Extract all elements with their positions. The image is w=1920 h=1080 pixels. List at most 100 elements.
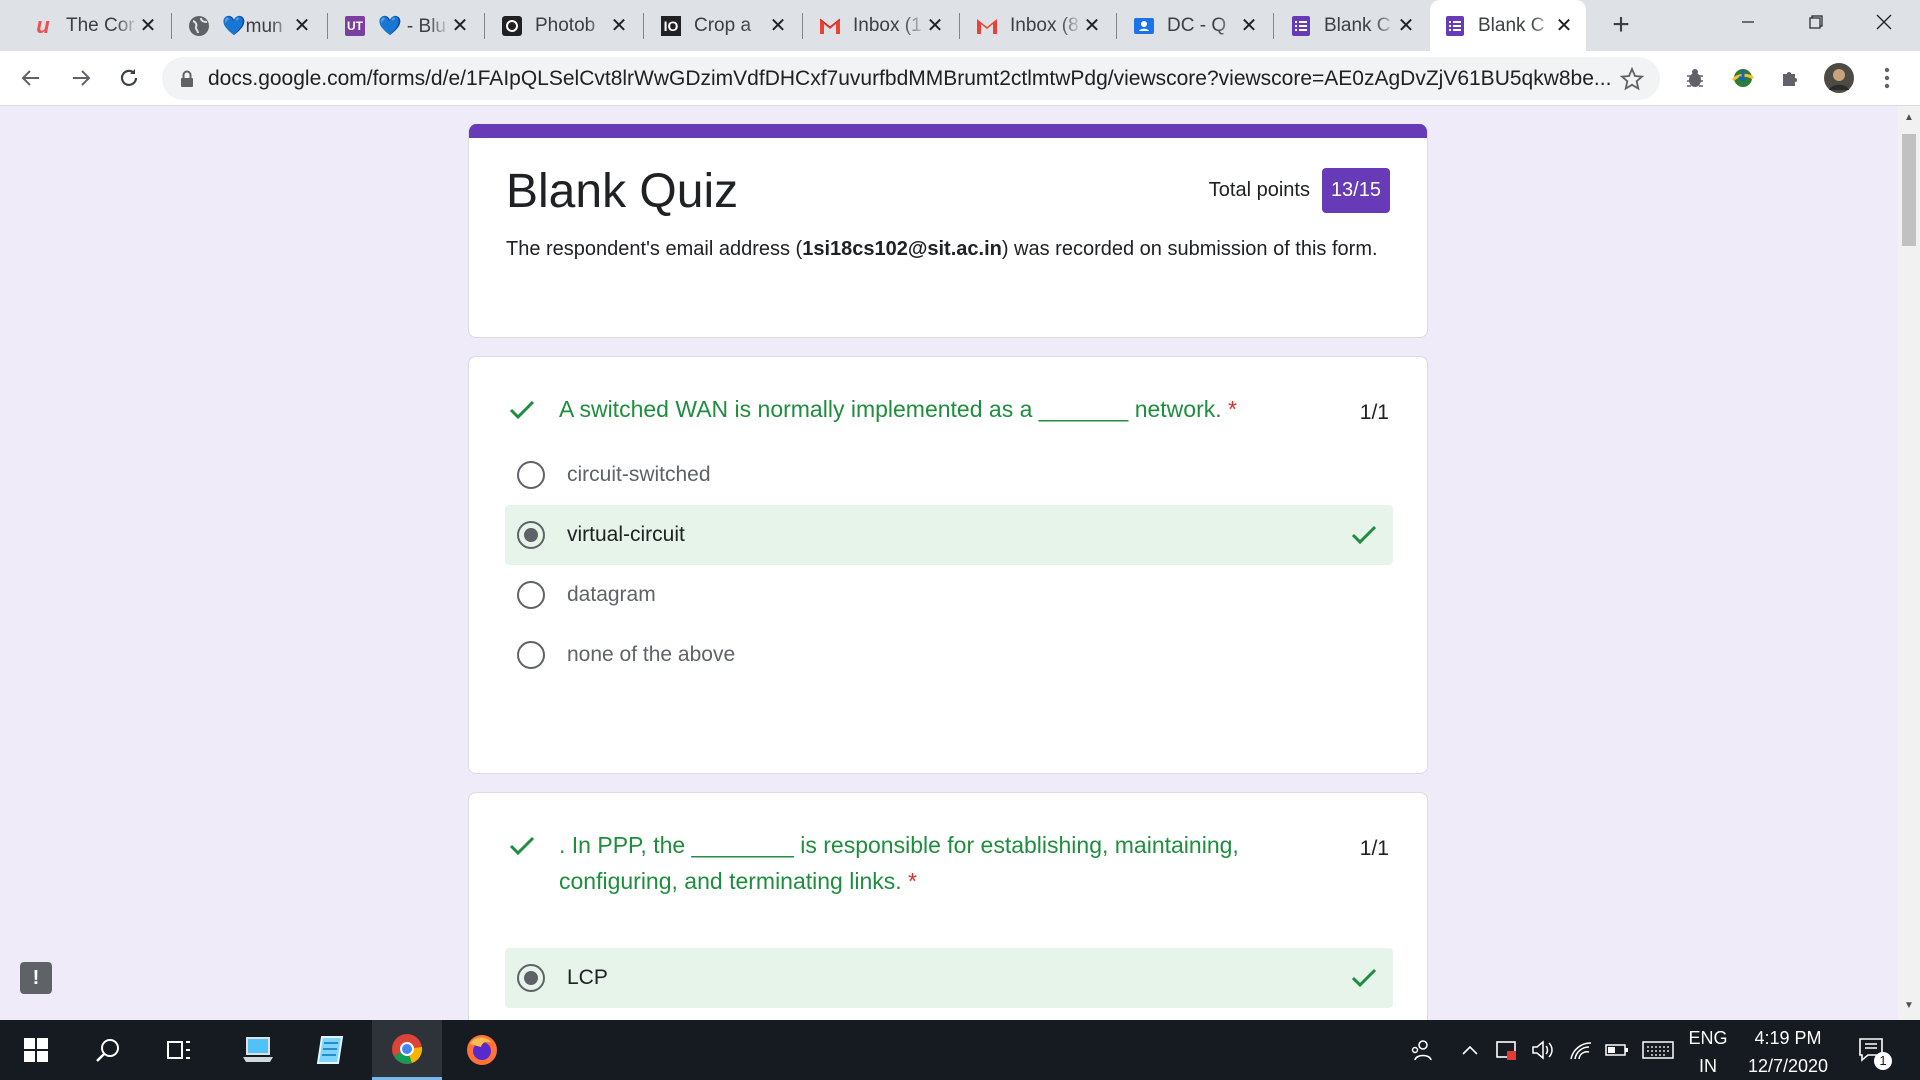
scroll-thumb[interactable] — [1902, 134, 1916, 246]
tab-title: 💙 - Blu — [378, 15, 447, 37]
camera-icon — [501, 15, 523, 37]
idm-extension-icon[interactable] — [1728, 63, 1758, 93]
option-datagram[interactable]: datagram — [505, 565, 1393, 625]
tab-separator — [1116, 13, 1117, 39]
tab-3[interactable]: UT 💙 - Blu ✕ — [330, 0, 482, 51]
tab-4[interactable]: Photob ✕ — [487, 0, 641, 51]
search-icon — [96, 1039, 119, 1062]
notification-count-badge: 1 — [1874, 1052, 1892, 1070]
reload-button[interactable] — [112, 61, 146, 95]
firefox-icon — [467, 1035, 497, 1065]
people-icon[interactable] — [1402, 1020, 1442, 1080]
tab-title: DC - Q — [1167, 14, 1227, 36]
tab-10-active[interactable]: Blank C ✕ — [1430, 0, 1586, 51]
bug-extension-icon[interactable] — [1680, 63, 1710, 93]
option-circuit-switched[interactable]: circuit-switched — [505, 445, 1393, 505]
tab-1[interactable]: u The Cor ✕ — [18, 0, 170, 51]
vertical-scrollbar[interactable]: ▲ ▼ — [1898, 106, 1920, 1020]
required-asterisk: * — [908, 868, 917, 894]
task-view-icon — [167, 1041, 190, 1059]
close-window-button[interactable] — [1854, 0, 1914, 44]
laptop-app-icon — [243, 1037, 273, 1062]
radio-unselected[interactable] — [517, 581, 545, 609]
address-bar[interactable]: docs.google.com/forms/d/e/1FAIpQLSelCvt8… — [162, 57, 1660, 100]
tab-separator — [643, 13, 644, 39]
close-icon[interactable]: ✕ — [292, 13, 312, 38]
input-language[interactable]: ENG IN — [1682, 1024, 1734, 1080]
radio-unselected[interactable] — [517, 641, 545, 669]
close-icon[interactable]: ✕ — [1554, 13, 1574, 38]
tab-title: Inbox (8 — [1010, 14, 1079, 36]
back-button[interactable] — [14, 61, 48, 95]
taskbar-app-laptop[interactable] — [226, 1020, 290, 1080]
taskbar-app-chrome[interactable] — [372, 1020, 442, 1080]
volume-icon[interactable] — [1528, 1020, 1558, 1080]
menu-kebab-icon[interactable] — [1872, 63, 1902, 93]
profile-avatar[interactable] — [1824, 63, 1854, 93]
option-lcp[interactable]: LCP — [505, 948, 1393, 1008]
correct-check-icon — [509, 836, 535, 856]
close-icon[interactable]: ✕ — [925, 13, 945, 38]
scroll-up-arrow[interactable]: ▲ — [1903, 112, 1915, 124]
close-icon[interactable]: ✕ — [609, 13, 629, 38]
show-hidden-icons-chevron-icon[interactable] — [1456, 1020, 1484, 1080]
correct-answer-check-icon — [1351, 525, 1377, 545]
close-icon[interactable]: ✕ — [768, 13, 788, 38]
total-points-label: Total points — [1208, 179, 1310, 201]
close-icon[interactable]: ✕ — [1082, 13, 1102, 38]
wifi-icon[interactable] — [1566, 1020, 1596, 1080]
restore-icon — [1809, 15, 1823, 29]
security-tray-icon[interactable] — [1492, 1020, 1522, 1080]
action-center-button[interactable]: 1 — [1850, 1020, 1894, 1080]
respondent-email: 1si18cs102@sit.ac.in — [802, 238, 1002, 260]
bookmark-star-icon[interactable] — [1620, 67, 1644, 91]
start-button[interactable] — [4, 1020, 68, 1080]
tab-8[interactable]: DC - Q ✕ — [1119, 0, 1271, 51]
taskbar-app-notepad[interactable] — [298, 1020, 362, 1080]
task-view-button[interactable] — [148, 1020, 212, 1080]
radio-selected[interactable] — [517, 964, 545, 992]
minimize-button[interactable] — [1718, 0, 1778, 44]
taskbar-app-firefox[interactable] — [450, 1020, 514, 1080]
option-virtual-circuit[interactable]: virtual-circuit — [505, 505, 1393, 565]
touch-keyboard-icon[interactable] — [1638, 1020, 1678, 1080]
search-button[interactable] — [76, 1020, 140, 1080]
tab-5[interactable]: IO Crop a ✕ — [646, 0, 800, 51]
notepad-app-icon — [316, 1036, 344, 1064]
option-label: virtual-circuit — [567, 523, 685, 546]
forward-button[interactable] — [64, 61, 98, 95]
forms-icon — [1444, 15, 1466, 37]
tab-7[interactable]: Inbox (8 ✕ — [962, 0, 1114, 51]
close-icon[interactable]: ✕ — [450, 13, 470, 38]
language-region: IN — [1699, 1056, 1717, 1076]
option-none-of-the-above[interactable]: none of the above — [505, 625, 1393, 685]
question-score: 1/1 — [1359, 401, 1389, 424]
tab-separator — [327, 13, 328, 39]
clock[interactable]: 4:19 PM 12/7/2020 — [1740, 1024, 1836, 1080]
tab-6[interactable]: Inbox (1 ✕ — [805, 0, 957, 51]
radio-unselected[interactable] — [517, 461, 545, 489]
close-icon[interactable]: ✕ — [1239, 13, 1259, 38]
question-score: 1/1 — [1359, 837, 1389, 860]
restore-button[interactable] — [1786, 0, 1846, 44]
tab-2[interactable]: 💙mun ✕ — [174, 0, 324, 51]
io-icon: IO — [660, 15, 682, 37]
browser-toolbar: docs.google.com/forms/d/e/1FAIpQLSelCvt8… — [0, 51, 1920, 106]
scroll-down-arrow[interactable]: ▼ — [1903, 1000, 1915, 1012]
option-label: none of the above — [567, 643, 736, 666]
tab-title: Blank C — [1324, 14, 1391, 36]
close-window-icon — [1876, 14, 1892, 30]
tab-title: Inbox (1 — [853, 14, 922, 36]
radio-selected[interactable] — [517, 521, 545, 549]
clock-time: 4:19 PM — [1754, 1028, 1822, 1048]
feedback-report-button[interactable]: ! — [20, 962, 52, 994]
close-icon[interactable]: ✕ — [1396, 13, 1416, 38]
language-code: ENG — [1688, 1028, 1728, 1048]
tab-9[interactable]: Blank C ✕ — [1276, 0, 1428, 51]
close-icon[interactable]: ✕ — [138, 13, 158, 38]
new-tab-button[interactable]: + — [1604, 8, 1638, 42]
battery-icon[interactable] — [1602, 1020, 1632, 1080]
puzzle-extensions-icon[interactable] — [1776, 63, 1806, 93]
question-text: . In PPP, the ________ is responsible fo… — [559, 827, 1299, 899]
score-badge: 13/15 — [1321, 168, 1390, 213]
